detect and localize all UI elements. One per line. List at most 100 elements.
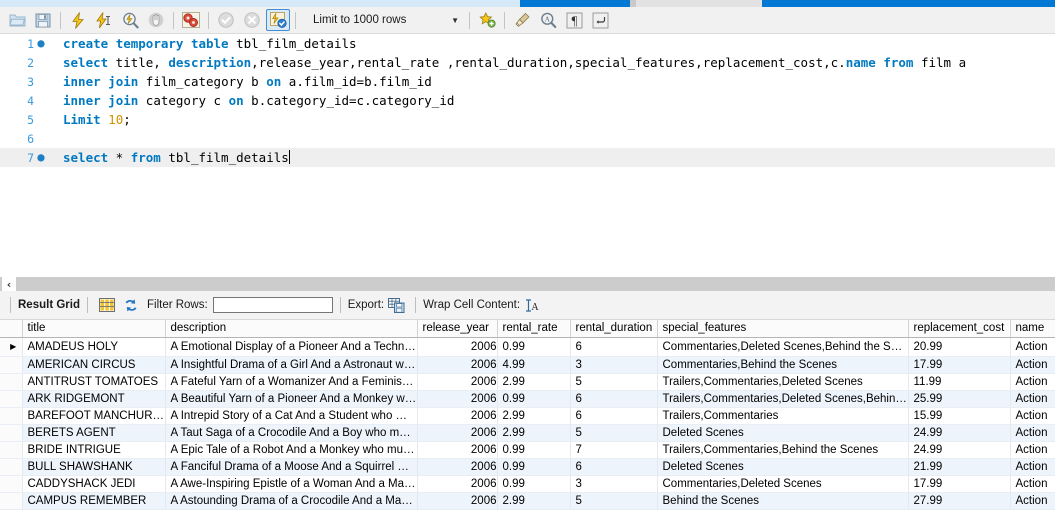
cell-rental-duration[interactable]: 5 [570, 492, 658, 510]
cell-name[interactable]: Action [1010, 337, 1055, 357]
limit-rows-dropdown[interactable]: Limit to 1000 rows ▼ [307, 10, 465, 31]
collapse-panel-icon[interactable]: ‹ [2, 277, 16, 292]
row-selector[interactable] [0, 475, 23, 493]
cell-special-features[interactable]: Trailers,Commentaries,Behind the Scenes [657, 441, 909, 459]
table-row[interactable]: ANTITRUST TOMATOES A Fateful Yarn of a Wo… [0, 373, 1055, 391]
explain-icon[interactable] [118, 9, 142, 31]
column-header-title[interactable]: title [22, 320, 166, 338]
refresh-icon[interactable] [121, 295, 141, 315]
table-row[interactable]: ARK RIDGEMONT A Beautiful Yarn of a Pione… [0, 390, 1055, 408]
cell-rental-rate[interactable]: 2.99 [497, 492, 571, 510]
cell-rental-duration[interactable]: 6 [570, 337, 658, 357]
cell-description[interactable]: A Fanciful Drama of a Moose And a Squirr… [165, 458, 418, 476]
cell-special-features[interactable]: Deleted Scenes [657, 424, 909, 442]
cell-rental-duration[interactable]: 6 [570, 458, 658, 476]
row-selector[interactable] [0, 356, 23, 374]
cell-name[interactable]: Action [1010, 458, 1055, 476]
rollback-icon[interactable] [240, 9, 264, 31]
statement-marker-icon[interactable]: ● [34, 34, 48, 53]
cell-rental-rate[interactable]: 2.99 [497, 373, 571, 391]
cell-release-year[interactable]: 2006 [417, 458, 498, 476]
cell-title[interactable]: BERETS AGENT [22, 424, 166, 442]
grid-view-icon[interactable] [97, 295, 117, 315]
cell-description[interactable]: A Beautiful Yarn of a Pioneer And a Monk… [165, 390, 418, 408]
row-selector[interactable] [0, 390, 23, 408]
cell-replacement-cost[interactable]: 24.99 [908, 441, 1011, 459]
statement-marker-icon[interactable]: ● [34, 129, 48, 148]
cell-title[interactable]: ARK RIDGEMONT [22, 390, 166, 408]
cell-description[interactable]: A Astounding Drama of a Crocodile And a … [165, 492, 418, 510]
cell-title[interactable]: BRIDE INTRIGUE [22, 441, 166, 459]
statement-marker-icon[interactable]: ● [34, 72, 48, 91]
table-row[interactable]: ▶ AMADEUS HOLY A Emotional Display of a Pi… [0, 337, 1055, 357]
autocommit-icon[interactable] [266, 9, 290, 31]
cell-rental-rate[interactable]: 0.99 [497, 475, 571, 493]
cell-special-features[interactable]: Behind the Scenes [657, 492, 909, 510]
execute-statement-icon[interactable] [92, 9, 116, 31]
cell-description[interactable]: A Taut Saga of a Crocodile And a Boy who… [165, 424, 418, 442]
row-selector[interactable] [0, 407, 23, 425]
statement-marker-icon[interactable]: ● [34, 91, 48, 110]
cell-rental-duration[interactable]: 5 [570, 424, 658, 442]
cell-special-features[interactable]: Commentaries,Deleted Scenes,Behind the S… [657, 337, 909, 357]
sql-line-1[interactable]: 1 ● create temporary table tbl_film_detail… [0, 34, 1055, 53]
cell-rental-rate[interactable]: 2.99 [497, 424, 571, 442]
statement-marker-icon[interactable]: ● [34, 110, 48, 129]
cell-release-year[interactable]: 2006 [417, 390, 498, 408]
column-header-special-features[interactable]: special_features [657, 320, 909, 338]
column-header-release-year[interactable]: release_year [417, 320, 498, 338]
cell-release-year[interactable]: 2006 [417, 424, 498, 442]
cell-name[interactable]: Action [1010, 356, 1055, 374]
table-row[interactable]: BULL SHAWSHANK A Fanciful Drama of a Moos… [0, 458, 1055, 476]
cell-title[interactable]: BAREFOOT MANCHURIAN [22, 407, 166, 425]
table-row[interactable]: BAREFOOT MANCHURIAN A Intrepid Story of a… [0, 407, 1055, 425]
cell-name[interactable]: Action [1010, 492, 1055, 510]
stop-icon[interactable] [144, 9, 168, 31]
export-icon[interactable] [386, 295, 406, 315]
table-row[interactable]: CADDYSHACK JEDI A Awe-Inspiring Epistle o… [0, 475, 1055, 493]
column-header-name[interactable]: name [1010, 320, 1055, 338]
cell-rental-rate[interactable]: 0.99 [497, 390, 571, 408]
table-row[interactable]: BRIDE INTRIGUE A Epic Tale of a Robot And… [0, 441, 1055, 459]
cell-special-features[interactable]: Trailers,Commentaries,Deleted Scenes [657, 373, 909, 391]
cell-rental-rate[interactable]: 0.99 [497, 337, 571, 357]
cell-release-year[interactable]: 2006 [417, 373, 498, 391]
cell-rental-duration[interactable]: 6 [570, 390, 658, 408]
row-selector[interactable]: ▶ [0, 337, 23, 357]
cell-name[interactable]: Action [1010, 407, 1055, 425]
statement-marker-icon[interactable]: ● [34, 53, 48, 72]
cell-title[interactable]: CAMPUS REMEMBER [22, 492, 166, 510]
cell-replacement-cost[interactable]: 24.99 [908, 424, 1011, 442]
beautify-icon[interactable] [510, 9, 534, 31]
result-table-body[interactable]: ▶ AMADEUS HOLY A Emotional Display of a Pi… [0, 337, 1055, 510]
cell-title[interactable]: CADDYSHACK JEDI [22, 475, 166, 493]
cell-release-year[interactable]: 2006 [417, 356, 498, 374]
cell-replacement-cost[interactable]: 25.99 [908, 390, 1011, 408]
cell-description[interactable]: A Epic Tale of a Robot And a Monkey who … [165, 441, 418, 459]
cell-release-year[interactable]: 2006 [417, 492, 498, 510]
cell-special-features[interactable]: Commentaries,Behind the Scenes [657, 356, 909, 374]
cell-description[interactable]: A Intrepid Story of a Cat And a Student … [165, 407, 418, 425]
find-icon[interactable]: A [536, 9, 560, 31]
row-selector[interactable] [0, 492, 23, 510]
add-snippet-icon[interactable] [475, 9, 499, 31]
cell-release-year[interactable]: 2006 [417, 337, 498, 357]
result-grid[interactable]: title description release_year rental_ra… [0, 320, 1055, 515]
cell-rental-rate[interactable]: 0.99 [497, 441, 571, 459]
cell-name[interactable]: Action [1010, 441, 1055, 459]
cell-description[interactable]: A Emotional Display of a Pioneer And a T… [165, 337, 418, 357]
cell-special-features[interactable]: Commentaries,Deleted Scenes [657, 475, 909, 493]
open-script-icon[interactable] [5, 9, 29, 31]
row-selector[interactable] [0, 458, 23, 476]
tab-strip-gray-segment[interactable] [630, 0, 762, 7]
column-header-rental-duration[interactable]: rental_duration [570, 320, 658, 338]
cell-name[interactable]: Action [1010, 424, 1055, 442]
cell-special-features[interactable]: Deleted Scenes [657, 458, 909, 476]
cell-special-features[interactable]: Trailers,Commentaries,Deleted Scenes,Beh… [657, 390, 909, 408]
cell-rental-duration[interactable]: 6 [570, 407, 658, 425]
cell-name[interactable]: Action [1010, 390, 1055, 408]
cell-rental-duration[interactable]: 7 [570, 441, 658, 459]
row-selector[interactable] [0, 373, 23, 391]
wrap-cell-icon[interactable]: A [522, 295, 542, 315]
cell-name[interactable]: Action [1010, 475, 1055, 493]
